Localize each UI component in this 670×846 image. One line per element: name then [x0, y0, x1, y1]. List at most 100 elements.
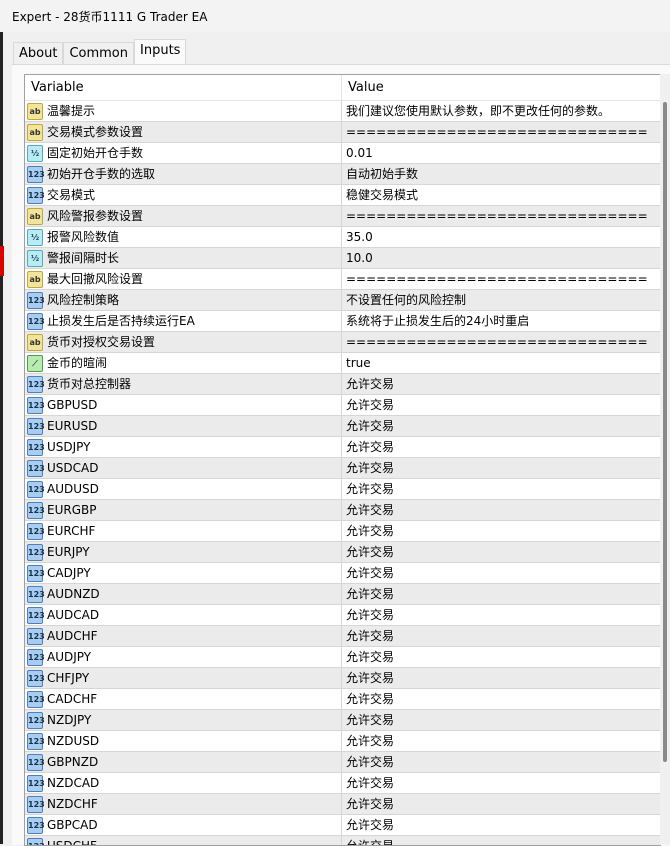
value-cell[interactable]: 允许交易 — [342, 836, 394, 846]
table-row[interactable]: 123NZDUSD允许交易 — [25, 731, 661, 752]
table-row[interactable]: 123CADCHF允许交易 — [25, 689, 661, 710]
table-row[interactable]: 123GBPUSD允许交易 — [25, 395, 661, 416]
value-cell[interactable]: 允许交易 — [342, 710, 394, 730]
value-cell[interactable]: 允许交易 — [342, 605, 394, 625]
enum-type-icon: 123 — [27, 376, 43, 393]
column-header-variable[interactable]: Variable — [25, 75, 342, 100]
variable-name: 报警风险数值 — [47, 227, 119, 247]
enum-type-icon: 123 — [27, 712, 43, 729]
value-cell[interactable]: 允许交易 — [342, 815, 394, 835]
enum-type-icon: 123 — [27, 586, 43, 603]
value-cell[interactable]: 允许交易 — [342, 584, 394, 604]
table-row[interactable]: 123CHFJPY允许交易 — [25, 668, 661, 689]
table-row[interactable]: ½警报间隔时长10.0 — [25, 248, 661, 269]
value-cell[interactable]: 允许交易 — [342, 416, 394, 436]
value-cell[interactable]: 自动初始手数 — [342, 164, 418, 184]
value-cell[interactable]: 允许交易 — [342, 626, 394, 646]
table-row[interactable]: ½报警风险数值35.0 — [25, 227, 661, 248]
value-cell[interactable]: 允许交易 — [342, 563, 394, 583]
value-cell[interactable]: 允许交易 — [342, 752, 394, 772]
value-cell[interactable]: 允许交易 — [342, 794, 394, 814]
value-cell[interactable]: 10.0 — [342, 248, 373, 268]
string-type-icon: ab — [27, 124, 43, 141]
value-cell[interactable]: 允许交易 — [342, 521, 394, 541]
value-cell[interactable]: 允许交易 — [342, 773, 394, 793]
value-cell[interactable]: 系统将于止损发生后的24小时重启 — [342, 311, 529, 331]
value-cell[interactable]: ============================== — [342, 206, 648, 226]
table-row[interactable]: 123AUDUSD允许交易 — [25, 479, 661, 500]
table-row[interactable]: 123交易模式稳健交易模式 — [25, 185, 661, 206]
value-cell[interactable]: 35.0 — [342, 227, 373, 247]
table-row[interactable]: 123风险控制策略不设置任何的风险控制 — [25, 290, 661, 311]
variable-cell: 123AUDJPY — [25, 647, 342, 667]
variable-cell: 123EURGBP — [25, 500, 342, 520]
table-row[interactable]: ½固定初始开仓手数0.01 — [25, 143, 661, 164]
table-row[interactable]: 123USDCAD允许交易 — [25, 458, 661, 479]
enum-type-icon: 123 — [27, 313, 43, 330]
value-cell[interactable]: 允许交易 — [342, 437, 394, 457]
table-row[interactable]: 123EURUSD允许交易 — [25, 416, 661, 437]
table-row[interactable]: ab风险警报参数设置============================== — [25, 206, 661, 227]
vertical-scrollbar[interactable] — [660, 74, 670, 844]
table-row[interactable]: 123EURCHF允许交易 — [25, 521, 661, 542]
table-row[interactable]: 123初始开仓手数的选取自动初始手数 — [25, 164, 661, 185]
table-row[interactable]: 123USDCHF允许交易 — [25, 836, 661, 846]
table-body: ab温馨提示我们建议您使用默认参数，即不更改任何的参数。ab交易模式参数设置==… — [25, 101, 661, 846]
value-cell[interactable]: ============================== — [342, 122, 648, 142]
table-row[interactable]: 123AUDNZD允许交易 — [25, 584, 661, 605]
value-cell[interactable]: 允许交易 — [342, 458, 394, 478]
value-cell[interactable]: 允许交易 — [342, 689, 394, 709]
variable-cell: 123AUDNZD — [25, 584, 342, 604]
value-cell[interactable]: 我们建议您使用默认参数，即不更改任何的参数。 — [342, 101, 610, 121]
tab-inputs[interactable]: Inputs — [134, 39, 186, 65]
table-row[interactable]: 123货币对总控制器允许交易 — [25, 374, 661, 395]
value-cell[interactable]: 0.01 — [342, 143, 373, 163]
table-row[interactable]: 123AUDCHF允许交易 — [25, 626, 661, 647]
value-cell[interactable]: 允许交易 — [342, 479, 394, 499]
value-cell[interactable]: ============================== — [342, 269, 648, 289]
table-row[interactable]: ab温馨提示我们建议您使用默认参数，即不更改任何的参数。 — [25, 101, 661, 122]
variable-cell: 123CHFJPY — [25, 668, 342, 688]
value-cell[interactable]: 稳健交易模式 — [342, 185, 418, 205]
variable-name: NZDJPY — [47, 710, 91, 730]
value-cell[interactable]: true — [342, 353, 371, 373]
table-row[interactable]: ab交易模式参数设置============================== — [25, 122, 661, 143]
table-row[interactable]: 123EURJPY允许交易 — [25, 542, 661, 563]
table-row[interactable]: 123EURGBP允许交易 — [25, 500, 661, 521]
table-row[interactable]: ab最大回撤风险设置============================== — [25, 269, 661, 290]
value-cell[interactable]: 允许交易 — [342, 647, 394, 667]
variable-name: 固定初始开仓手数 — [47, 143, 143, 163]
value-cell[interactable]: 允许交易 — [342, 542, 394, 562]
tab-common[interactable]: Common — [63, 42, 134, 65]
variable-cell: 123NZDCHF — [25, 794, 342, 814]
string-type-icon: ab — [27, 103, 43, 120]
table-row[interactable]: 123CADJPY允许交易 — [25, 563, 661, 584]
table-row[interactable]: ab货币对授权交易设置=============================… — [25, 332, 661, 353]
table-row[interactable]: 123AUDCAD允许交易 — [25, 605, 661, 626]
tab-about[interactable]: About — [13, 42, 63, 65]
table-row[interactable]: 123NZDJPY 允许交易 — [25, 710, 661, 731]
table-row[interactable]: ⟋金币的暄闹true — [25, 353, 661, 374]
variable-name: AUDCHF — [47, 626, 98, 646]
value-cell[interactable]: 允许交易 — [342, 374, 394, 394]
background-window-mark — [0, 246, 4, 276]
column-header-value[interactable]: Value — [342, 75, 384, 100]
variable-cell: 123CADCHF — [25, 689, 342, 709]
value-cell[interactable]: 允许交易 — [342, 668, 394, 688]
variable-cell: 123交易模式 — [25, 185, 342, 205]
scrollbar-thumb[interactable] — [663, 102, 667, 762]
table-row[interactable]: 123GBPNZD允许交易 — [25, 752, 661, 773]
table-row[interactable]: 123USDJPY允许交易 — [25, 437, 661, 458]
value-cell[interactable]: 允许交易 — [342, 500, 394, 520]
enum-type-icon: 123 — [27, 817, 43, 834]
table-row[interactable]: 123NZDCHF允许交易 — [25, 794, 661, 815]
table-row[interactable]: 123AUDJPY允许交易 — [25, 647, 661, 668]
value-cell[interactable]: 允许交易 — [342, 395, 394, 415]
value-cell[interactable]: 允许交易 — [342, 731, 394, 751]
value-cell[interactable]: ============================== — [342, 332, 648, 352]
table-row[interactable]: 123NZDCAD允许交易 — [25, 773, 661, 794]
table-row[interactable]: 123止损发生后是否持续运行EA系统将于止损发生后的24小时重启 — [25, 311, 661, 332]
variable-name: EURCHF — [47, 521, 95, 541]
table-row[interactable]: 123GBPCAD允许交易 — [25, 815, 661, 836]
value-cell[interactable]: 不设置任何的风险控制 — [342, 290, 466, 310]
